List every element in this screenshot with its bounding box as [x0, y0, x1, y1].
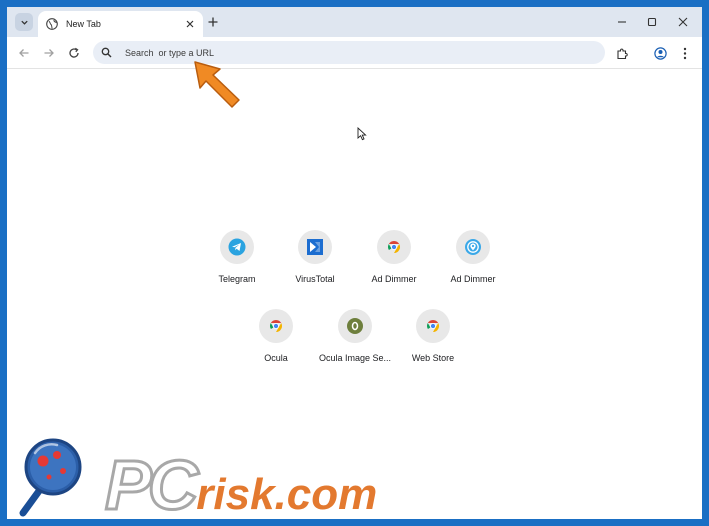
- chrome-icon: [427, 320, 440, 332]
- annotation-arrow-icon: [194, 61, 240, 108]
- shortcut-tile[interactable]: Ad Dimmer: [355, 230, 433, 284]
- tab-new-tab[interactable]: New Tab: [38, 11, 203, 37]
- shortcut-icon-circle: [338, 309, 372, 343]
- shortcut-icon-circle: [298, 230, 332, 264]
- new-tab-button[interactable]: [206, 15, 220, 29]
- reload-icon: [69, 47, 79, 58]
- letter-o-icon: [347, 318, 363, 334]
- shortcut-tile[interactable]: Ocula: [237, 309, 315, 363]
- address-bar-placeholder: Search or type a URL: [125, 47, 215, 58]
- puzzle-piece-icon: [616, 48, 628, 59]
- pcrisk-watermark: PC risk.com: [17, 433, 477, 519]
- profile-icon: [653, 46, 667, 60]
- globe-icon: [46, 18, 58, 30]
- maximize-icon: [647, 17, 657, 27]
- shortcut-label: Telegram: [218, 274, 256, 284]
- chrome-icon: [388, 241, 401, 253]
- menu-button[interactable]: [676, 44, 694, 62]
- arrow-right-icon: [44, 49, 54, 57]
- shortcut-icon-circle: [259, 309, 293, 343]
- reload-button[interactable]: [65, 44, 83, 62]
- tab-search-button[interactable]: [15, 13, 33, 31]
- chevron-down-icon: [20, 20, 28, 25]
- close-window-button[interactable]: [675, 14, 691, 30]
- shortcut-label: Ad Dimmer: [371, 274, 417, 284]
- browser-window: New Tab Search or type a URL Telegram Vi…: [7, 7, 702, 519]
- tab-strip: New Tab: [7, 7, 702, 37]
- magnifier-logo-icon: [19, 438, 82, 517]
- mouse-cursor-icon: [357, 127, 367, 141]
- maximize-button[interactable]: [644, 14, 660, 30]
- watermark-risk-text: risk.com: [196, 470, 378, 519]
- forward-button[interactable]: [40, 44, 58, 62]
- telegram-icon: [228, 238, 246, 256]
- virustotal-icon: [307, 239, 323, 255]
- shortcut-tile[interactable]: Ad Dimmer: [434, 230, 512, 284]
- shortcut-icon-circle: [220, 230, 254, 264]
- profile-button[interactable]: [651, 44, 669, 62]
- plus-icon: [208, 17, 218, 27]
- address-bar[interactable]: Search or type a URL: [93, 41, 605, 64]
- minimize-icon: [618, 21, 626, 23]
- shortcut-label: Ocula: [264, 353, 288, 363]
- shortcut-tile[interactable]: Web Store: [394, 309, 472, 363]
- shortcut-label: Ocula Image Se...: [318, 353, 392, 363]
- shortcut-icon-circle: [377, 230, 411, 264]
- minimize-button[interactable]: [614, 14, 630, 30]
- arrow-left-icon: [19, 49, 29, 57]
- watermark-pc-text: PC: [103, 445, 199, 520]
- shortcut-icon-circle: [456, 230, 490, 264]
- back-button[interactable]: [15, 44, 33, 62]
- location-target-icon: [465, 239, 481, 255]
- close-icon: [678, 17, 688, 27]
- tab-title: New Tab: [66, 19, 101, 29]
- more-vertical-icon: [683, 47, 687, 59]
- shortcut-tile[interactable]: VirusTotal: [276, 230, 354, 284]
- search-icon: [101, 47, 112, 58]
- shortcut-label: Web Store: [411, 353, 455, 363]
- shortcut-label: Ad Dimmer: [450, 274, 496, 284]
- shortcut-label: VirusTotal: [295, 274, 335, 284]
- chrome-icon: [270, 320, 283, 332]
- shortcut-tile[interactable]: Ocula Image Se...: [316, 309, 394, 363]
- extensions-button[interactable]: [613, 44, 631, 62]
- shortcut-icon-circle: [416, 309, 450, 343]
- browser-toolbar: Search or type a URL: [7, 37, 702, 69]
- close-tab-icon[interactable]: [183, 17, 197, 31]
- shortcut-tile[interactable]: Telegram: [198, 230, 276, 284]
- watermark-text: PC risk.com: [103, 445, 378, 520]
